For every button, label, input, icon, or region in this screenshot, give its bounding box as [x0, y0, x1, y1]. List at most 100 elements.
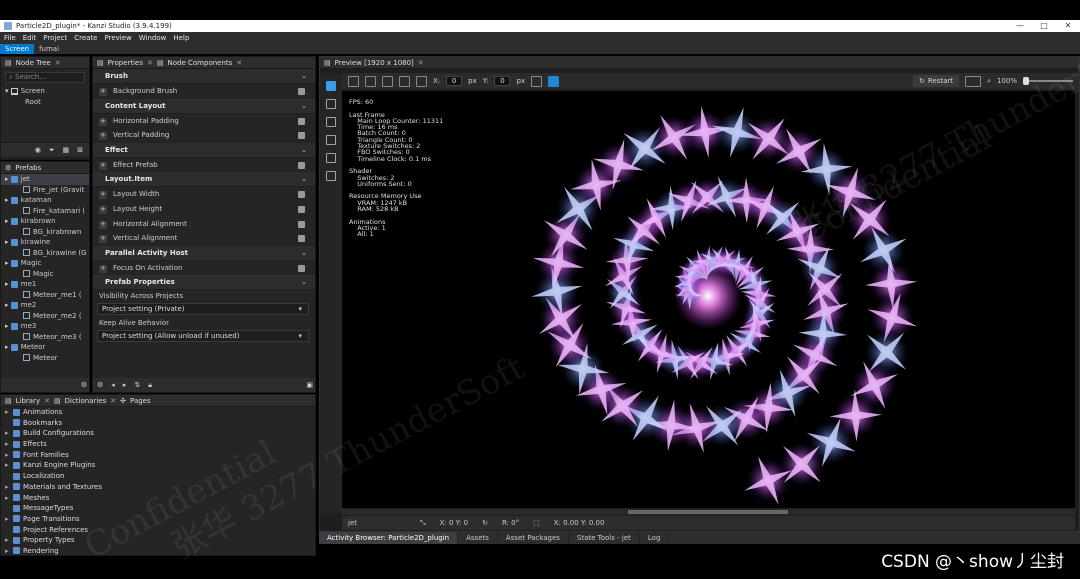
library-item[interactable]: MessageTypes: [1, 503, 315, 514]
property-row[interactable]: + Vertical Padding: [93, 128, 315, 143]
preview-viewport[interactable]: FPS: 60 Last Frame Main Loop Counter: 11…: [342, 91, 1075, 508]
library-item[interactable]: ▸ Animations: [1, 407, 315, 418]
library-item[interactable]: ▸ Materials and Textures: [1, 482, 315, 493]
tab-log[interactable]: Log: [640, 532, 670, 544]
sort-icon[interactable]: ⇅: [134, 381, 140, 389]
close-icon[interactable]: ✕: [418, 59, 424, 67]
property-section-header[interactable]: Effect ⌄: [93, 142, 315, 158]
add-property-icon[interactable]: +: [99, 191, 107, 200]
properties-tab[interactable]: Properties: [108, 59, 143, 67]
binding-icon[interactable]: [298, 235, 305, 243]
prefab-item[interactable]: ▸ kirabrown: [1, 216, 89, 227]
property-row[interactable]: + Horizontal Padding: [93, 114, 315, 129]
menu-help[interactable]: Help: [173, 34, 189, 42]
keepalive-select[interactable]: Project setting (Allow unload if unused)…: [97, 330, 309, 343]
library-item[interactable]: ▸ Meshes: [1, 493, 315, 504]
property-row[interactable]: + Effect Prefab: [93, 158, 315, 173]
tree-item-root[interactable]: Root: [5, 97, 89, 108]
text-tool-icon[interactable]: [326, 117, 336, 127]
prefab-item[interactable]: Fire_katamari (: [1, 206, 89, 217]
expand-arrow-icon[interactable]: ▸: [5, 439, 13, 450]
tree-item-screen[interactable]: ▾ Screen: [5, 86, 89, 97]
expand-arrow-icon[interactable]: ▸: [5, 450, 13, 461]
list-tool-icon[interactable]: [326, 99, 336, 109]
library-item[interactable]: ▸ Font Families: [1, 450, 315, 461]
binding-icon[interactable]: [298, 88, 305, 95]
snap-icon[interactable]: [416, 75, 427, 87]
prefab-item[interactable]: Meteor_me1 (: [1, 290, 89, 301]
panel-menu-icon[interactable]: ▤: [5, 59, 12, 67]
share-tool-icon[interactable]: [326, 153, 336, 163]
property-row[interactable]: + Focus On Activation: [93, 261, 315, 276]
library-item[interactable]: ▸ Effects: [1, 439, 315, 450]
add-property-icon[interactable]: +: [99, 132, 107, 141]
close-icon[interactable]: ✕: [44, 397, 50, 405]
property-row[interactable]: + Horizontal Alignment: [93, 217, 315, 232]
property-section-header[interactable]: Layout.Item ⌄: [93, 172, 315, 188]
prefab-item[interactable]: ▸ me3: [1, 321, 89, 332]
add-property-icon[interactable]: +: [99, 88, 107, 96]
y-input[interactable]: 0: [494, 76, 511, 86]
delete-icon[interactable]: ⊠: [77, 146, 83, 154]
restart-button[interactable]: ↻ Restart: [913, 75, 960, 87]
library-item[interactable]: ▸ Rendering: [1, 546, 315, 555]
tab-fumai[interactable]: fumai: [34, 44, 64, 54]
pages-tab[interactable]: Pages: [130, 397, 151, 405]
close-icon[interactable]: ✕: [55, 59, 61, 67]
menu-file[interactable]: File: [4, 34, 16, 42]
preview-tab[interactable]: Preview [1920 x 1080]: [335, 59, 414, 67]
horizontal-scrollbar[interactable]: [342, 509, 1075, 515]
panel-menu-icon[interactable]: ▤: [157, 59, 164, 67]
close-icon[interactable]: ✕: [147, 59, 153, 67]
width-icon[interactable]: [365, 75, 376, 87]
height-icon[interactable]: [382, 75, 393, 87]
move-icon[interactable]: [399, 75, 410, 87]
binding-icon[interactable]: [298, 161, 305, 169]
binding-icon[interactable]: [298, 132, 305, 140]
scrollbar-thumb[interactable]: [628, 510, 788, 514]
eye-icon[interactable]: ◉: [35, 146, 41, 154]
library-tab[interactable]: Library: [16, 397, 40, 405]
add-property-icon[interactable]: +: [99, 264, 107, 273]
menu-project[interactable]: Project: [43, 34, 67, 42]
expand-arrow-icon[interactable]: ▸: [5, 493, 13, 504]
library-item[interactable]: ▸ Kanzi Engine Plugins: [1, 460, 315, 471]
grid-icon[interactable]: [348, 75, 359, 87]
property-section-header[interactable]: Prefab Properties ⌄: [93, 275, 315, 291]
prefab-item[interactable]: Meteor_me3 (: [1, 332, 89, 343]
node-components-tab[interactable]: Node Components: [168, 59, 233, 67]
layers-tool-icon[interactable]: [326, 135, 336, 145]
close-button[interactable]: ✕: [1056, 20, 1080, 32]
component-tool-icon[interactable]: [326, 171, 336, 181]
expand-arrow-icon[interactable]: ▸: [5, 546, 13, 555]
magnet-icon[interactable]: [548, 75, 560, 87]
chevron-right-icon[interactable]: ▸: [123, 381, 127, 389]
property-section-header[interactable]: Parallel Activity Host ⌄: [93, 245, 315, 261]
expand-arrow-icon[interactable]: ▸: [5, 428, 13, 439]
binding-icon[interactable]: [298, 264, 305, 272]
property-section-header[interactable]: Content Layout ⌄: [93, 98, 315, 114]
library-item[interactable]: ▸ Build Configurations: [1, 428, 315, 439]
expand-arrow-icon[interactable]: ▸: [5, 482, 13, 493]
add-property-icon[interactable]: +: [99, 161, 107, 170]
tab-state-tools[interactable]: State Tools - jet: [569, 532, 640, 544]
x-input[interactable]: 0: [446, 76, 463, 86]
visibility-select[interactable]: Project setting (Private) ▾: [97, 303, 309, 316]
prefab-item[interactable]: ▸ jet: [1, 174, 89, 185]
library-item[interactable]: Bookmarks: [1, 418, 315, 429]
tree-view-icon[interactable]: ▦: [63, 146, 70, 154]
tab-activity-browser[interactable]: Activity Browser: Particle2D_plugin: [319, 532, 459, 544]
binding-icon[interactable]: [298, 191, 305, 199]
prefab-item[interactable]: ▸ kirawine: [1, 237, 89, 248]
filter-icon[interactable]: ⏷: [49, 146, 55, 155]
add-property-icon[interactable]: +: [99, 205, 107, 214]
expand-arrow-icon[interactable]: ▸: [5, 514, 13, 525]
binding-icon[interactable]: [298, 220, 305, 228]
add-property-icon[interactable]: ▣: [306, 381, 313, 389]
panel-menu-icon[interactable]: ▤: [97, 59, 104, 67]
expand-arrow-icon[interactable]: ▸: [5, 407, 13, 418]
close-icon[interactable]: ✕: [236, 59, 242, 67]
prefab-item[interactable]: ▸ Magic: [1, 258, 89, 269]
eye-icon[interactable]: [965, 75, 982, 87]
prefab-item[interactable]: ▸ me1: [1, 279, 89, 290]
